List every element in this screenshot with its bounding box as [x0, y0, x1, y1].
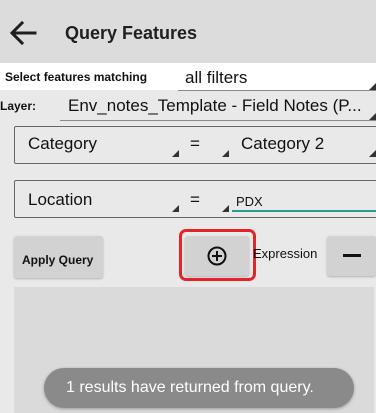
dropdown-arrow-icon [172, 205, 179, 212]
condition-field-dropdown[interactable]: Location [28, 190, 92, 210]
condition-value-dropdown[interactable]: Category 2 [241, 134, 324, 154]
highlight-box [179, 229, 256, 281]
apply-query-label: Apply Query [22, 253, 94, 267]
expression-label: Expression [253, 246, 318, 261]
match-underline [178, 90, 376, 91]
toast-message: 1 results have returned from query. [66, 379, 314, 396]
condition-operator-dropdown[interactable]: = [190, 190, 200, 210]
apply-query-button[interactable]: Apply Query [14, 236, 103, 278]
page-title: Query Features [65, 23, 198, 43]
dropdown-arrow-icon [369, 83, 376, 90]
remove-expression-button[interactable] [327, 236, 376, 276]
dropdown-arrow-icon [172, 150, 179, 157]
dropdown-arrow-icon [222, 150, 229, 157]
input-focus-underline [232, 210, 376, 212]
dropdown-arrow-icon [369, 150, 376, 157]
condition-field-dropdown[interactable]: Category [28, 134, 97, 154]
dropdown-arrow-icon [222, 205, 229, 212]
match-dropdown[interactable]: all filters [185, 68, 247, 88]
match-label: Select features matching [5, 70, 148, 84]
layer-underline [60, 120, 376, 121]
minus-icon [343, 254, 361, 257]
layer-label: Layer: [0, 99, 37, 113]
condition-operator-dropdown[interactable]: = [190, 134, 200, 154]
arrow-left-icon[interactable] [8, 18, 38, 48]
condition-value-input[interactable]: PDX [236, 194, 263, 209]
app-bar: Query Features [0, 0, 376, 64]
query-features-screen: Query Features Select features matching … [0, 0, 376, 413]
dropdown-arrow-icon [369, 113, 376, 120]
toast-notification: 1 results have returned from query. [44, 368, 354, 408]
layer-dropdown[interactable]: Env_notes_Template - Field Notes (P... [68, 96, 362, 116]
